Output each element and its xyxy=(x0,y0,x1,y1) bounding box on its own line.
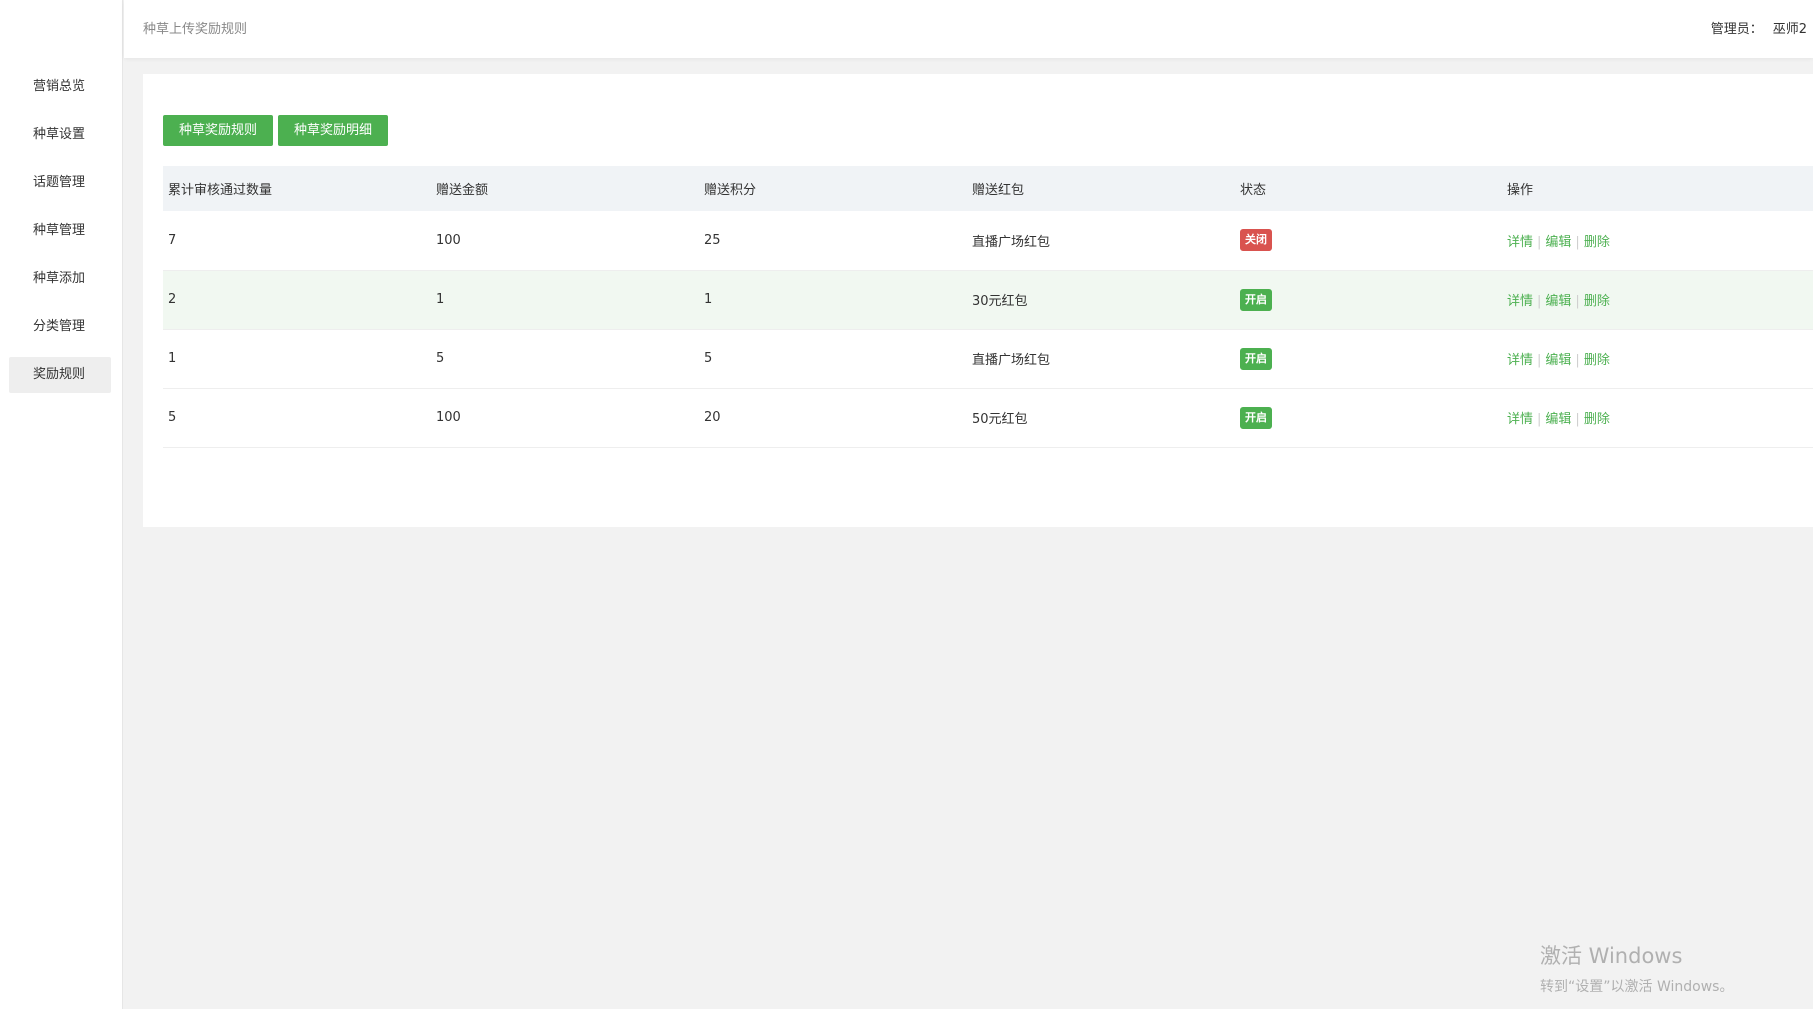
action-separator: | xyxy=(1537,234,1542,250)
table-row: 7 100 25 直播广场红包 关闭 详情 | 编辑 | 删除 xyxy=(163,211,1813,270)
cell-points: 1 xyxy=(704,292,713,307)
cell-amount: 5 xyxy=(436,351,445,366)
header-status: 状态 xyxy=(1240,183,1267,198)
cell-count: 2 xyxy=(168,292,177,307)
detail-link[interactable]: 详情 xyxy=(1507,353,1533,368)
sidebar-item-seeding-management[interactable]: 种草管理 xyxy=(9,213,111,249)
cell-points: 20 xyxy=(704,410,721,425)
table-header-row: 累计审核通过数量 赠送金额 赠送积分 赠送红包 状态 操作 xyxy=(163,166,1813,211)
sidebar: 营销总览 种草设置 话题管理 种草管理 种草添加 分类管理 奖励规则 xyxy=(0,0,123,1009)
edit-link[interactable]: 编辑 xyxy=(1545,294,1571,309)
action-separator: | xyxy=(1575,294,1580,309)
header-gift-redpacket: 赠送红包 xyxy=(972,183,1025,198)
delete-link[interactable]: 删除 xyxy=(1584,412,1610,427)
cell-actions: 详情 | 编辑 | 删除 xyxy=(1502,270,1813,329)
header-approved-count: 累计审核通过数量 xyxy=(168,183,273,198)
sidebar-item-reward-rules[interactable]: 奖励规则 xyxy=(9,357,111,393)
detail-link[interactable]: 详情 xyxy=(1507,412,1533,427)
sidebar-item-marketing-overview[interactable]: 营销总览 xyxy=(9,69,111,105)
header-actions: 操作 xyxy=(1507,183,1534,198)
delete-link[interactable]: 删除 xyxy=(1584,353,1610,368)
cell-status: 开启 xyxy=(1235,388,1502,447)
action-separator: | xyxy=(1575,234,1580,250)
cell-points: 25 xyxy=(704,232,721,248)
cell-status: 开启 xyxy=(1235,270,1502,329)
edit-link[interactable]: 编辑 xyxy=(1545,412,1571,427)
page-title: 种草上传奖励规则 xyxy=(143,22,248,37)
detail-link[interactable]: 详情 xyxy=(1507,294,1533,309)
admin-name[interactable]: 巫师2 xyxy=(1773,22,1807,37)
tab-buttons: 种草奖励规则 种草奖励明细 xyxy=(163,115,389,146)
table-row: 5 100 20 50元红包 开启 详情 | 编辑 | 删除 xyxy=(163,388,1813,447)
table-row: 1 5 5 直播广场红包 开启 详情 | 编辑 | 删除 xyxy=(163,329,1813,388)
action-separator: | xyxy=(1575,412,1580,427)
cell-amount: 100 xyxy=(436,410,461,425)
status-badge: 开启 xyxy=(1240,347,1272,370)
sidebar-menu: 营销总览 种草设置 话题管理 种草管理 种草添加 分类管理 奖励规则 xyxy=(9,69,111,405)
cell-redpacket: 50元红包 xyxy=(972,412,1028,427)
action-separator: | xyxy=(1537,412,1542,427)
delete-link[interactable]: 删除 xyxy=(1584,235,1610,250)
admin-info: 管理员： 巫师2 xyxy=(1711,18,1807,37)
cell-actions: 详情 | 编辑 | 删除 xyxy=(1502,388,1813,447)
sidebar-item-category-management[interactable]: 分类管理 xyxy=(9,309,111,345)
cell-count: 1 xyxy=(168,351,177,366)
watermark-title: 激活 Windows xyxy=(1540,944,1683,968)
delete-link[interactable]: 删除 xyxy=(1584,294,1610,309)
cell-redpacket: 直播广场红包 xyxy=(972,234,1051,250)
cell-actions: 详情 | 编辑 | 删除 xyxy=(1502,211,1813,270)
action-separator: | xyxy=(1537,353,1542,368)
reward-rules-table: 累计审核通过数量 赠送金额 赠送积分 赠送红包 状态 操作 7 100 25 直… xyxy=(163,166,1813,448)
cell-redpacket: 30元红包 xyxy=(972,294,1028,309)
windows-activation-watermark: 激活 Windows 转到“设置”以激活 Windows。 xyxy=(1540,940,1733,996)
status-badge: 开启 xyxy=(1240,406,1272,429)
edit-link[interactable]: 编辑 xyxy=(1545,235,1571,250)
topbar: 种草上传奖励规则 管理员： 巫师2 xyxy=(124,0,1813,58)
watermark-subtitle: 转到“设置”以激活 Windows。 xyxy=(1540,979,1734,995)
action-separator: | xyxy=(1537,294,1542,309)
cell-count: 7 xyxy=(168,232,177,248)
edit-link[interactable]: 编辑 xyxy=(1545,353,1571,368)
cell-amount: 100 xyxy=(436,232,461,248)
admin-label: 管理员： xyxy=(1710,22,1763,37)
cell-amount: 1 xyxy=(436,292,445,307)
reward-rules-button[interactable]: 种草奖励规则 xyxy=(163,115,274,146)
header-gift-amount: 赠送金额 xyxy=(436,183,489,198)
cell-redpacket: 直播广场红包 xyxy=(972,353,1051,368)
cell-count: 5 xyxy=(168,410,177,425)
cell-points: 5 xyxy=(704,351,713,366)
header-gift-points: 赠送积分 xyxy=(704,183,757,198)
cell-status: 关闭 xyxy=(1235,211,1502,270)
table-row: 2 1 1 30元红包 开启 详情 | 编辑 | 删除 xyxy=(163,270,1813,329)
cell-actions: 详情 | 编辑 | 删除 xyxy=(1502,329,1813,388)
status-badge: 开启 xyxy=(1240,288,1272,311)
sidebar-item-seeding-add[interactable]: 种草添加 xyxy=(9,261,111,297)
sidebar-item-seeding-settings[interactable]: 种草设置 xyxy=(9,117,111,153)
reward-details-button[interactable]: 种草奖励明细 xyxy=(278,115,389,146)
sidebar-item-topic-management[interactable]: 话题管理 xyxy=(9,165,111,201)
detail-link[interactable]: 详情 xyxy=(1507,235,1533,250)
status-badge: 关闭 xyxy=(1240,229,1272,252)
content-card: 种草奖励规则 种草奖励明细 累计审核通过数量 赠送金额 赠送积分 赠送红包 状态… xyxy=(143,74,1813,527)
action-separator: | xyxy=(1575,353,1580,368)
cell-status: 开启 xyxy=(1235,329,1502,388)
